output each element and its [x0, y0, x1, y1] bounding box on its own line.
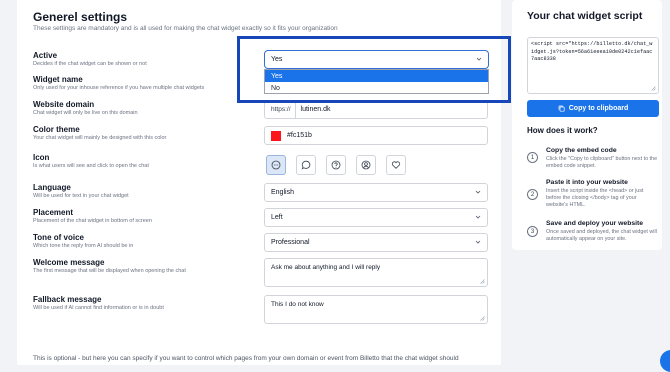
question-icon: [331, 160, 341, 170]
icon-label: Icon: [33, 153, 50, 162]
icon-option-question[interactable]: [326, 155, 346, 175]
tone-select[interactable]: Professional: [264, 233, 488, 252]
color-swatch[interactable]: [271, 130, 281, 141]
chevron-down-icon: [475, 239, 481, 245]
chevron-down-icon: [475, 189, 481, 195]
active-option-no[interactable]: No: [265, 82, 488, 94]
welcome-message-input[interactable]: Ask me about anything and I will reply: [264, 258, 488, 287]
active-label: Active: [33, 51, 58, 60]
welcome-value: Ask me about anything and I will reply: [271, 264, 381, 271]
resize-handle-icon[interactable]: [480, 279, 485, 284]
step-2-title: Paste it into your website: [546, 179, 628, 186]
resize-handle-icon[interactable]: [480, 316, 485, 321]
chat-bubble-dots-icon: [271, 160, 281, 170]
embed-code-textarea[interactable]: <script src="https://billetto.dk/chat_wi…: [527, 37, 659, 94]
widget-name-label: Widget name: [33, 75, 83, 84]
chat-launcher-button[interactable]: [660, 350, 670, 372]
copy-button-label: Copy to clipboard: [568, 105, 629, 112]
copy-icon: [558, 105, 565, 112]
scope-description: This is optional - but here you can spec…: [33, 355, 459, 362]
copy-to-clipboard-button[interactable]: Copy to clipboard: [527, 100, 659, 117]
chevron-down-icon: [476, 56, 482, 62]
chevron-down-icon: [475, 214, 481, 220]
fallback-help: Will be used if AI cannot find informati…: [33, 305, 164, 311]
color-theme-input[interactable]: #fc151b: [264, 126, 488, 145]
website-domain-label: Website domain: [33, 100, 95, 109]
icon-help: Is what users will see and click to open…: [33, 163, 149, 169]
icon-option-user[interactable]: [356, 155, 376, 175]
step-3-title: Save and deploy your website: [546, 220, 644, 227]
step-1-title: Copy the embed code: [546, 147, 617, 154]
placement-label: Placement: [33, 208, 74, 217]
tone-label: Tone of voice: [33, 233, 84, 242]
language-value: English: [271, 189, 294, 196]
user-circle-icon: [361, 160, 371, 170]
widget-script-panel: Your chat widget script <script src="htt…: [512, 0, 662, 250]
script-panel-title: Your chat widget script: [527, 10, 643, 22]
fallback-label: Fallback message: [33, 295, 102, 304]
embed-code-text: <script src="https://billetto.dk/chat_wi…: [531, 41, 653, 63]
placement-help: Placement of the chat widget in bottom o…: [33, 218, 152, 224]
step-1-number: 1: [527, 152, 538, 163]
chat-bubble-icon: [301, 160, 311, 170]
active-options-list: Yes No: [264, 69, 489, 94]
welcome-help: The first message that will be displayed…: [33, 268, 186, 274]
tone-value: Professional: [271, 239, 310, 246]
active-option-yes[interactable]: Yes: [265, 70, 488, 82]
active-value: Yes: [271, 56, 283, 63]
website-domain-help: Chat widget will only be live on this do…: [33, 110, 138, 116]
language-select[interactable]: English: [264, 183, 488, 202]
fallback-value: This I do not know: [271, 301, 324, 308]
domain-prefix: https://: [271, 101, 296, 118]
step-3-desc: Once saved and deployed, the chat widget…: [546, 229, 657, 243]
step-3-number: 3: [527, 226, 538, 237]
language-label: Language: [33, 183, 71, 192]
placement-select[interactable]: Left: [264, 208, 488, 227]
language-help: Will be used for text in your chat widge…: [33, 193, 129, 199]
active-select[interactable]: Yes: [264, 50, 489, 69]
fallback-message-input[interactable]: This I do not know: [264, 295, 488, 324]
resize-handle-icon[interactable]: [651, 86, 656, 91]
step-1-desc: Click the "Copy to clipboard" button nex…: [546, 156, 658, 170]
placement-value: Left: [271, 214, 283, 221]
step-2-desc: Insert the script inside the <head> or j…: [546, 188, 644, 209]
heart-icon: [391, 161, 401, 169]
color-theme-help: Your chat widget will mainly be designed…: [33, 135, 167, 141]
color-theme-label: Color theme: [33, 125, 80, 134]
how-it-works-title: How does it work?: [527, 126, 598, 135]
active-help: Decides if the chat widget can be shown …: [33, 61, 147, 67]
section-description: These settings are mandatory and is all …: [33, 25, 338, 32]
welcome-label: Welcome message: [33, 258, 105, 267]
icon-option-heart[interactable]: [386, 155, 406, 175]
icon-option-chat[interactable]: [296, 155, 316, 175]
step-2-number: 2: [527, 189, 538, 200]
tone-help: Which tone the reply from AI should be i…: [33, 243, 134, 249]
widget-name-help: Only used for your inhouse reference if …: [33, 85, 205, 91]
domain-value: lutinen.dk: [300, 106, 331, 113]
section-title: Generel settings: [33, 10, 128, 24]
icon-option-chat-dots[interactable]: [266, 155, 286, 175]
color-value: #fc151b: [287, 132, 312, 139]
